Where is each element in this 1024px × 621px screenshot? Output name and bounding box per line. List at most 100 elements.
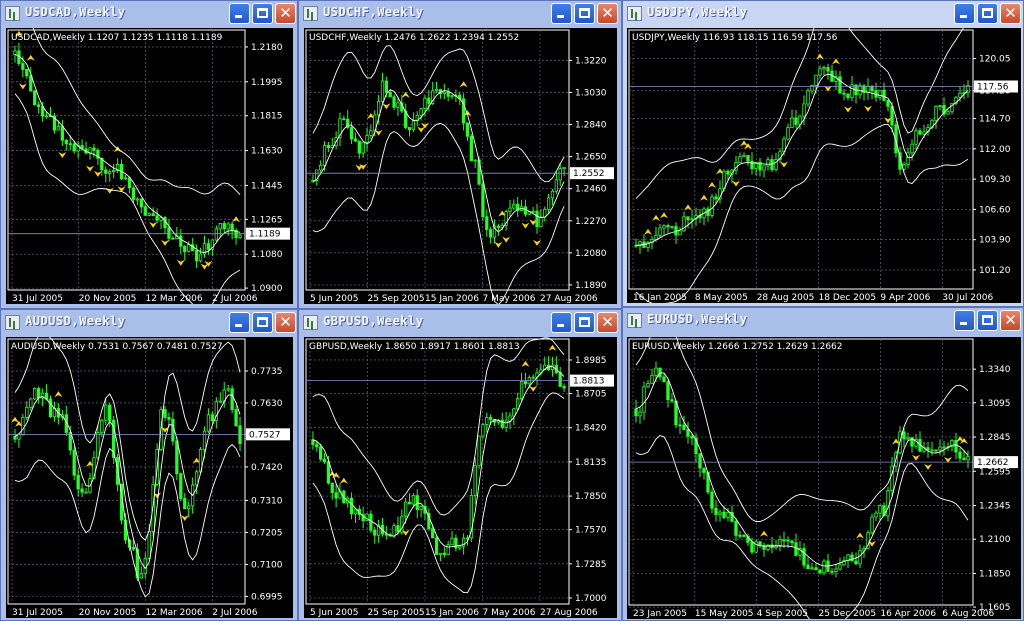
title-bar[interactable]: EURUSD,Weekly ✕ (623, 308, 1023, 334)
fractal-up-arrow (652, 214, 660, 221)
fractal-down-arrow (780, 161, 788, 168)
title-bar[interactable]: USDCAD,Weekly ✕ (1, 1, 297, 27)
chart-window-gbpusd[interactable]: GBPUSD,Weekly ✕ 1.8985 1.8705 1.8420 1.8135… (298, 309, 622, 621)
candle-body (179, 235, 183, 247)
x-tick-label: 7 May 2006 (483, 294, 536, 304)
candle-body (786, 127, 790, 140)
candle-body (357, 140, 361, 154)
close-button[interactable]: ✕ (1000, 3, 1021, 24)
close-button[interactable]: ✕ (597, 3, 618, 24)
candle-body (854, 560, 858, 565)
fractal-down-arrow (85, 165, 94, 172)
candle-body (384, 80, 388, 93)
candle-body (762, 165, 766, 171)
minimize-button[interactable] (954, 3, 975, 24)
candle-body (934, 449, 938, 452)
candle-body (554, 179, 558, 192)
minimize-icon (552, 313, 571, 332)
candle-body (187, 244, 191, 252)
candle-body (469, 135, 473, 161)
minimize-button[interactable] (954, 310, 975, 331)
bollinger-lower-band (635, 123, 969, 303)
candle-body (411, 120, 416, 131)
x-tick-label: 20 Nov 2005 (79, 608, 137, 618)
y-tick-label: 1.2845 (979, 433, 1011, 443)
x-tick-label: 16 Apr 2006 (880, 609, 936, 619)
candle-body (822, 67, 826, 70)
chart-area[interactable]: 1.3220 1.3030 1.2840 1.2650 1.2460 1.2270 1.20… (304, 28, 617, 304)
candle-body (112, 170, 116, 173)
maximize-button[interactable] (977, 310, 998, 331)
x-tick-label: 27 Aug 2006 (540, 294, 598, 304)
chart-area[interactable]: 0.7735 0.7630 0.7527 0.7420 0.7310 0.7205 0.71… (6, 337, 293, 618)
candle-body (131, 546, 136, 550)
candle-body (958, 451, 962, 459)
title-bar[interactable]: AUDUSD,Weekly ✕ (1, 310, 297, 336)
bollinger-lower-band (312, 392, 565, 594)
close-button[interactable]: ✕ (1000, 310, 1021, 331)
chart-window-audusd[interactable]: AUDUSD,Weekly ✕ 0.7735 0.7630 0.7527 0.7420… (0, 309, 298, 621)
plot-frame (7, 29, 246, 291)
y-tick-label: 1.7000 (575, 594, 607, 604)
maximize-button[interactable] (574, 3, 595, 24)
candle-body (810, 567, 814, 570)
minimize-button[interactable] (229, 3, 250, 24)
candle-body (419, 505, 423, 511)
maximize-button[interactable] (574, 312, 595, 333)
candle-body (473, 159, 477, 162)
maximize-button[interactable] (252, 3, 273, 24)
minimize-icon (552, 4, 571, 23)
candle-body (512, 408, 516, 417)
chart-window-icon (5, 315, 20, 330)
candle-body (13, 436, 17, 440)
candle-body (175, 440, 179, 475)
chart-window-eurusd[interactable]: EURUSD,Weekly ✕ 1.3340 1.3095 1.2845 1.2595… (622, 307, 1024, 621)
x-tick-label: 7 May 2006 (483, 608, 536, 618)
candle-body (734, 520, 738, 536)
fractal-down-arrow (180, 514, 189, 521)
maximize-icon (575, 313, 594, 332)
candle-body (838, 564, 842, 570)
chart-window-usdjpy[interactable]: USDJPY,Weekly ✕ 120.05117.20114.70112.00… (622, 0, 1024, 307)
bollinger-upper-band (32, 28, 241, 195)
candle-body (794, 542, 798, 556)
candle-body (638, 411, 642, 417)
candle-body (187, 505, 191, 510)
y-tick-label: 1.1265 (251, 215, 283, 225)
candle-body (670, 226, 674, 228)
candle-body (558, 168, 562, 181)
title-bar[interactable]: USDCHF,Weekly ✕ (299, 1, 621, 27)
chart-svg: 120.05117.20114.70112.00109.30106.60103.… (628, 28, 1018, 303)
title-bar[interactable]: USDJPY,Weekly ✕ (623, 1, 1023, 27)
candle-body (434, 89, 439, 92)
close-button[interactable]: ✕ (275, 3, 296, 24)
fractal-up-arrow (548, 344, 557, 351)
maximize-icon (575, 4, 594, 23)
candle-body (76, 474, 80, 490)
minimize-button[interactable] (551, 312, 572, 333)
chart-area[interactable]: 1.8985 1.8705 1.8420 1.8135 1.7850 1.7570 1.72… (304, 337, 617, 618)
chart-area[interactable]: 120.05117.20114.70112.00109.30106.60103.… (627, 28, 1021, 303)
candle-body (139, 573, 143, 579)
y-tick-label: 1.3220 (575, 56, 607, 66)
close-button[interactable]: ✕ (275, 312, 296, 333)
title-bar[interactable]: GBPUSD,Weekly ✕ (299, 310, 621, 336)
maximize-button[interactable] (977, 3, 998, 24)
close-icon: ✕ (601, 313, 614, 331)
y-tick-label: 1.3340 (979, 365, 1011, 375)
candle-body (210, 414, 215, 422)
x-tick-label: 31 Jul 2005 (12, 294, 63, 304)
chart-window-usdcad[interactable]: USDCAD,Weekly ✕ 1.2180 1.1995 1.1815 1.1630… (0, 0, 298, 309)
chart-area[interactable]: 1.3340 1.3095 1.2845 1.2595 1.2345 1.2100 1.18… (627, 337, 1021, 619)
chart-window-usdchf[interactable]: USDCHF,Weekly ✕ 1.3220 1.3030 1.2840 1.2650… (298, 0, 622, 309)
minimize-button[interactable] (229, 312, 250, 333)
candle-body (123, 177, 128, 180)
chart-area[interactable]: 1.2180 1.1995 1.1815 1.1630 1.1445 1.1265 1.10… (6, 28, 293, 304)
candle-body (489, 417, 493, 420)
close-button[interactable]: ✕ (597, 312, 618, 333)
minimize-button[interactable] (551, 3, 572, 24)
candle-body (392, 96, 396, 108)
maximize-button[interactable] (252, 312, 273, 333)
candle-body (546, 197, 551, 210)
candle-body (365, 135, 369, 143)
